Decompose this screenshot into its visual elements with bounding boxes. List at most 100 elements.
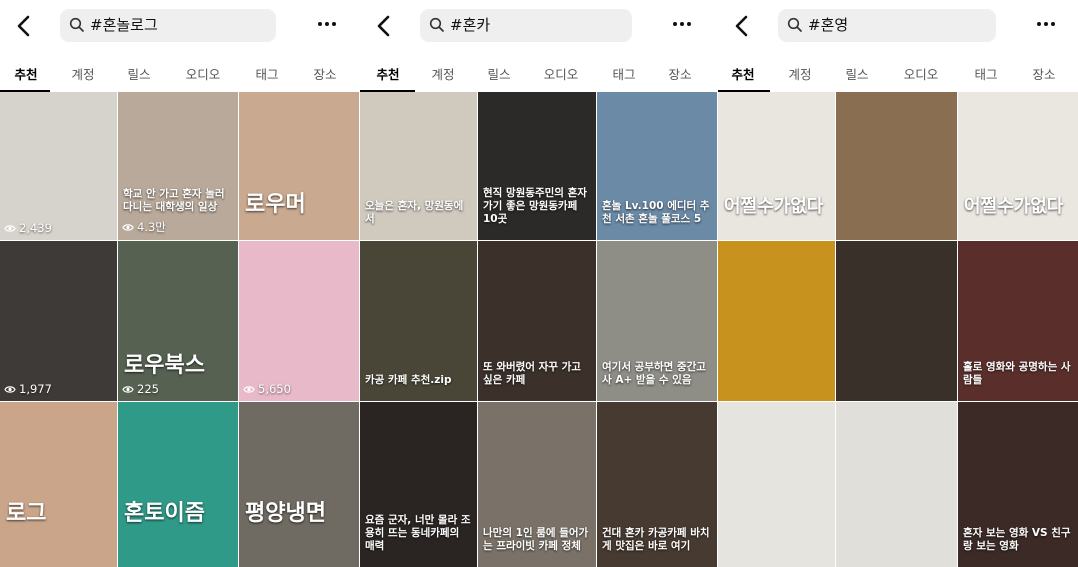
tab-places[interactable]: 장소 [313, 64, 336, 83]
tab-tags[interactable]: 태그 [974, 64, 997, 83]
search-input[interactable]: #혼영 [778, 9, 996, 42]
tab-recommended[interactable]: 추천 [376, 64, 399, 83]
thumbnail-caption: 현직 망원동주민의 혼자가기 좋은 망원동카페 10곳 [483, 187, 587, 225]
post-thumbnail[interactable]: 1,977 [0, 241, 117, 401]
view-count-label: 2,439 [19, 221, 52, 235]
thumbnail-caption: 나만의 1인 룸에 들어가는 프라이빗 카페 정체 [483, 527, 589, 552]
back-button[interactable] [372, 12, 396, 40]
search-icon [787, 17, 803, 33]
tab-recommended[interactable]: 추천 [14, 64, 37, 83]
thumbnail-caption: 혼놀 Lv.100 에디터 추천 서촌 혼놀 풀코스 5 [602, 200, 710, 225]
post-thumbnail[interactable]: 현직 망원동주민의 혼자가기 좋은 망원동카페 10곳 [478, 92, 596, 240]
results-grid: 오늘은 혼자, 망원동에서 현직 망원동주민의 혼자가기 좋은 망원동카페 10곳… [360, 92, 718, 567]
post-thumbnail[interactable]: 로그 [0, 402, 117, 567]
thumbnail-caption: 여기서 공부하면 중간고사 A+ 받을 수 있음 [602, 361, 706, 386]
thumbnail-caption: 홀로 영화와 공명하는 사람들 [963, 361, 1071, 386]
post-thumbnail[interactable] [836, 92, 957, 240]
more-options-icon[interactable] [315, 15, 339, 33]
post-thumbnail[interactable]: 나만의 1인 룸에 들어가는 프라이빗 카페 정체 [478, 402, 596, 567]
back-button[interactable] [730, 12, 754, 40]
post-thumbnail[interactable]: 5,650 [239, 241, 360, 401]
filter-tabs: 추천 계정 릴스 오디오 태그 장소 [718, 56, 1078, 92]
search-icon [429, 17, 445, 33]
tab-accounts[interactable]: 계정 [431, 64, 454, 83]
tab-audio[interactable]: 오디오 [904, 64, 939, 83]
top-bar: #혼영 [718, 0, 1078, 52]
tab-recommended[interactable]: 추천 [731, 64, 754, 83]
post-thumbnail[interactable]: 또 와버렸어 자꾸 가고 싶은 카페 [478, 241, 596, 401]
view-count-label: 1,977 [19, 382, 52, 396]
top-bar: #혼카 [360, 0, 718, 52]
search-query: #혼놀로그 [90, 16, 158, 34]
thumbnail-caption: 어쩔수가없다 [964, 196, 1064, 217]
back-button[interactable] [12, 12, 36, 40]
search-panel: #혼영 추천 계정 릴스 오디오 태그 장소 어쩔수가없다 어쩔수가없다 홀로 영화와 공명하는 … [718, 0, 1078, 567]
tab-reels[interactable]: 릴스 [845, 64, 868, 83]
eye-icon [243, 385, 255, 393]
post-thumbnail[interactable]: 혼토이즘 [118, 402, 238, 567]
more-options-icon[interactable] [670, 15, 694, 33]
view-count-label: 4.3만 [137, 220, 166, 234]
post-thumbnail[interactable]: 오늘은 혼자, 망원동에서 [360, 92, 477, 240]
top-bar: #혼놀로그 [0, 0, 360, 52]
post-thumbnail[interactable]: 로우북스 225 [118, 241, 238, 401]
search-input[interactable]: #혼놀로그 [60, 9, 276, 42]
post-thumbnail[interactable] [718, 241, 835, 401]
post-thumbnail[interactable]: 평양냉면 [239, 402, 360, 567]
eye-icon [4, 224, 16, 232]
post-thumbnail[interactable]: 요즘 군자, 너만 몰라 조용히 뜨는 동네카페의 매력 [360, 402, 477, 567]
thumbnail-caption: 오늘은 혼자, 망원동에서 [365, 200, 464, 225]
back-arrow-icon [17, 15, 30, 37]
view-count-label: 225 [137, 382, 159, 396]
thumbnail-caption: 혼자 보는 영화 VS 친구랑 보는 영화 [963, 527, 1071, 552]
post-thumbnail[interactable]: 혼자 보는 영화 VS 친구랑 보는 영화 [958, 402, 1078, 567]
tab-places[interactable]: 장소 [668, 64, 691, 83]
search-query: #혼카 [450, 16, 491, 34]
tab-places[interactable]: 장소 [1032, 64, 1055, 83]
post-thumbnail[interactable]: 어쩔수가없다 [958, 92, 1078, 240]
eye-icon [122, 223, 134, 231]
thumbnail-caption: 평양냉면 [245, 501, 326, 526]
tab-reels[interactable]: 릴스 [127, 64, 150, 83]
post-thumbnail[interactable] [836, 241, 957, 401]
eye-icon [4, 385, 16, 393]
search-panel: #혼놀로그추천 계정 릴스 오디오 태그 장소 2,439 학교 안 가고 혼자 놀러다니는 … [0, 0, 360, 567]
tab-accounts[interactable]: 계정 [788, 64, 811, 83]
filter-tabs: 추천 계정 릴스 오디오 태그 장소 [0, 56, 360, 92]
tab-reels[interactable]: 릴스 [487, 64, 510, 83]
search-panel: #혼카추천 계정 릴스 오디오 태그 장소오늘은 혼자, 망원동에서 현직 망원동주민의 혼… [360, 0, 718, 567]
post-thumbnail[interactable]: 학교 안 가고 혼자 놀러다니는 대학생의 일상 4.3만 [118, 92, 238, 240]
post-thumbnail[interactable]: 카공 카페 추천.zip [360, 241, 477, 401]
post-thumbnail[interactable]: 로우머 [239, 92, 360, 240]
post-thumbnail[interactable]: 2,439 [0, 92, 117, 240]
tab-accounts[interactable]: 계정 [71, 64, 94, 83]
thumbnail-caption: 학교 안 가고 혼자 놀러다니는 대학생의 일상 [123, 188, 225, 213]
thumbnail-caption: 요즘 군자, 너만 몰라 조용히 뜨는 동네카페의 매력 [365, 514, 471, 552]
thumbnail-caption: 또 와버렸어 자꾸 가고 싶은 카페 [483, 361, 581, 386]
thumbnail-caption: 카공 카페 추천.zip [365, 374, 452, 386]
post-thumbnail[interactable]: 혼놀 Lv.100 에디터 추천 서촌 혼놀 풀코스 5 [597, 92, 718, 240]
more-options-icon[interactable] [1034, 15, 1058, 33]
search-input[interactable]: #혼카 [420, 9, 632, 42]
back-arrow-icon [377, 15, 390, 37]
post-thumbnail[interactable] [836, 402, 957, 567]
thumbnail-caption: 건대 혼카 카공카페 바치게 맛집은 바로 여기 [602, 527, 710, 552]
thumbnail-caption: 로우머 [245, 192, 306, 217]
view-count: 5,650 [243, 382, 291, 396]
view-count-label: 5,650 [258, 382, 291, 396]
post-thumbnail[interactable]: 어쩔수가없다 [718, 92, 835, 240]
tab-tags[interactable]: 태그 [255, 64, 278, 83]
post-thumbnail[interactable] [718, 402, 835, 567]
tab-tags[interactable]: 태그 [612, 64, 635, 83]
post-thumbnail[interactable]: 여기서 공부하면 중간고사 A+ 받을 수 있음 [597, 241, 718, 401]
post-thumbnail[interactable]: 홀로 영화와 공명하는 사람들 [958, 241, 1078, 401]
post-thumbnail[interactable]: 건대 혼카 카공카페 바치게 맛집은 바로 여기 [597, 402, 718, 567]
view-count: 4.3만 [122, 219, 166, 235]
back-arrow-icon [735, 15, 748, 37]
thumbnail-caption: 로그 [6, 501, 47, 526]
tab-audio[interactable]: 오디오 [544, 64, 579, 83]
tab-audio[interactable]: 오디오 [186, 64, 221, 83]
panel-divider [359, 0, 360, 567]
view-count: 1,977 [4, 382, 52, 396]
thumbnail-caption: 혼토이즘 [124, 501, 205, 526]
